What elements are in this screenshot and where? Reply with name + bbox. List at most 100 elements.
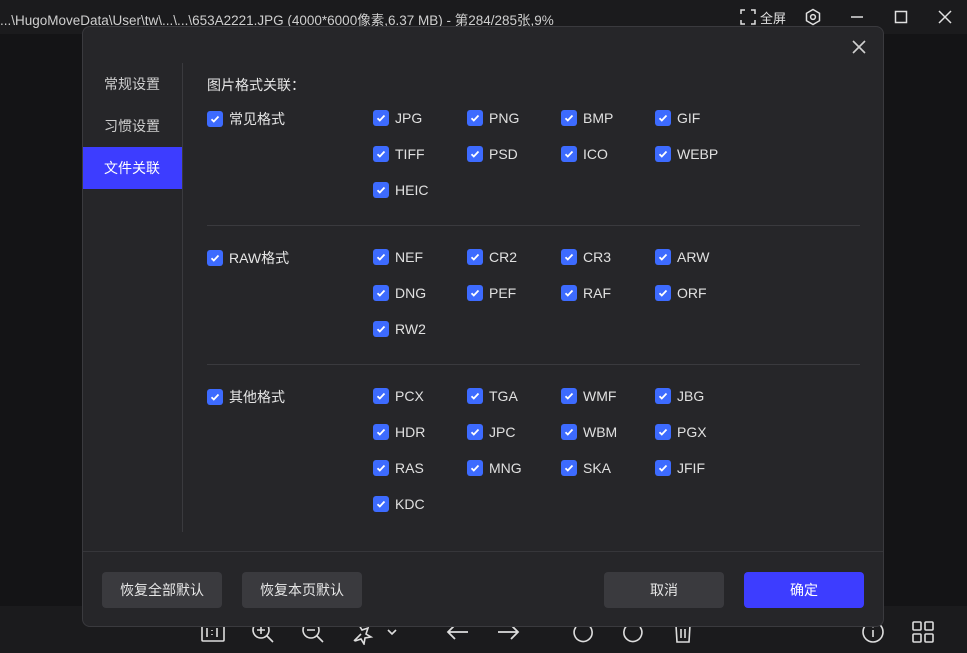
checkbox-checked-icon[interactable] bbox=[373, 496, 389, 512]
checkbox-checked-icon[interactable] bbox=[655, 285, 671, 301]
close-icon bbox=[938, 10, 952, 24]
minimize-icon bbox=[851, 16, 863, 18]
checkbox-checked-icon[interactable] bbox=[655, 460, 671, 476]
checkbox-checked-icon[interactable] bbox=[373, 321, 389, 337]
checkbox-checked-icon[interactable] bbox=[655, 146, 671, 162]
group-checkbox[interactable]: 常见格式 bbox=[207, 109, 285, 129]
format-label: PCX bbox=[395, 388, 424, 404]
checkbox-checked-icon[interactable] bbox=[561, 424, 577, 440]
maximize-button[interactable] bbox=[879, 0, 923, 34]
format-label: JPC bbox=[489, 424, 516, 440]
format-label: PGX bbox=[677, 424, 707, 440]
checkbox-checked-icon[interactable] bbox=[373, 249, 389, 265]
format-checkbox[interactable]: WEBP bbox=[655, 145, 718, 163]
maximize-icon bbox=[894, 10, 908, 24]
format-checkbox[interactable]: ICO bbox=[561, 145, 608, 163]
format-checkbox[interactable]: HDR bbox=[373, 423, 425, 441]
format-checkbox[interactable]: CR3 bbox=[561, 248, 611, 266]
ok-button[interactable]: 确定 bbox=[744, 572, 864, 608]
checkbox-checked-icon[interactable] bbox=[207, 389, 223, 405]
checkbox-checked-icon[interactable] bbox=[561, 460, 577, 476]
checkbox-checked-icon[interactable] bbox=[561, 146, 577, 162]
format-label: ORF bbox=[677, 285, 707, 301]
checkbox-checked-icon[interactable] bbox=[207, 250, 223, 266]
format-checkbox[interactable]: RAS bbox=[373, 459, 424, 477]
checkbox-checked-icon[interactable] bbox=[561, 285, 577, 301]
checkbox-checked-icon[interactable] bbox=[373, 110, 389, 126]
checkbox-checked-icon[interactable] bbox=[373, 146, 389, 162]
checkbox-checked-icon[interactable] bbox=[467, 249, 483, 265]
format-checkbox[interactable]: CR2 bbox=[467, 248, 517, 266]
format-checkbox[interactable]: DNG bbox=[373, 284, 426, 302]
format-checkbox[interactable]: JFIF bbox=[655, 459, 705, 477]
format-label: RAF bbox=[583, 285, 611, 301]
restore-page-defaults-button[interactable]: 恢复本页默认 bbox=[242, 572, 362, 608]
format-checkbox[interactable]: JPC bbox=[467, 423, 515, 441]
format-checkbox[interactable]: RW2 bbox=[373, 320, 426, 338]
format-label: JPG bbox=[395, 110, 423, 126]
format-label: JBG bbox=[677, 388, 705, 404]
checkbox-checked-icon[interactable] bbox=[655, 388, 671, 404]
settings-sidebar: 常规设置 习惯设置 文件关联 bbox=[83, 63, 183, 189]
format-label: TIFF bbox=[395, 146, 425, 162]
format-label: HEIC bbox=[395, 182, 429, 198]
format-checkbox[interactable]: JPG bbox=[373, 109, 422, 127]
format-label: WMF bbox=[583, 388, 617, 404]
hexagon-icon bbox=[805, 8, 821, 26]
format-checkbox[interactable]: GIF bbox=[655, 109, 700, 127]
format-checkbox[interactable]: TIFF bbox=[373, 145, 425, 163]
checkbox-checked-icon[interactable] bbox=[655, 110, 671, 126]
format-label: MNG bbox=[489, 460, 522, 476]
format-checkbox[interactable]: ARW bbox=[655, 248, 709, 266]
format-checkbox[interactable]: BMP bbox=[561, 109, 613, 127]
format-checkbox[interactable]: TGA bbox=[467, 387, 518, 405]
window-close-button[interactable] bbox=[923, 0, 967, 34]
fullscreen-label: 全屏 bbox=[759, 10, 786, 26]
checkbox-checked-icon[interactable] bbox=[561, 110, 577, 126]
group-checkbox[interactable]: RAW格式 bbox=[207, 248, 289, 268]
grid-view-icon[interactable] bbox=[910, 619, 936, 645]
format-checkbox[interactable]: MNG bbox=[467, 459, 522, 477]
checkbox-checked-icon[interactable] bbox=[373, 424, 389, 440]
cancel-button[interactable]: 取消 bbox=[604, 572, 724, 608]
dialog-close-icon[interactable] bbox=[849, 37, 869, 57]
restore-all-defaults-button[interactable]: 恢复全部默认 bbox=[102, 572, 222, 608]
checkbox-checked-icon[interactable] bbox=[373, 388, 389, 404]
checkbox-checked-icon[interactable] bbox=[561, 249, 577, 265]
checkbox-checked-icon[interactable] bbox=[373, 285, 389, 301]
format-checkbox[interactable]: PEF bbox=[467, 284, 516, 302]
format-checkbox[interactable]: WMF bbox=[561, 387, 616, 405]
format-label: WEBP bbox=[677, 146, 719, 162]
format-checkbox[interactable]: RAF bbox=[561, 284, 611, 302]
format-checkbox[interactable]: NEF bbox=[373, 248, 423, 266]
sidebar-item-file-association[interactable]: 文件关联 bbox=[83, 147, 183, 189]
checkbox-checked-icon[interactable] bbox=[655, 424, 671, 440]
checkbox-checked-icon[interactable] bbox=[561, 388, 577, 404]
format-checkbox[interactable]: PCX bbox=[373, 387, 424, 405]
sidebar-item-general[interactable]: 常规设置 bbox=[83, 63, 183, 105]
format-checkbox[interactable]: PNG bbox=[467, 109, 519, 127]
checkbox-checked-icon[interactable] bbox=[467, 424, 483, 440]
checkbox-checked-icon[interactable] bbox=[467, 388, 483, 404]
checkbox-checked-icon[interactable] bbox=[373, 182, 389, 198]
format-label: RAS bbox=[395, 460, 424, 476]
checkbox-checked-icon[interactable] bbox=[655, 249, 671, 265]
group-checkbox[interactable]: 其他格式 bbox=[207, 387, 285, 407]
format-checkbox[interactable]: KDC bbox=[373, 495, 425, 513]
checkbox-checked-icon[interactable] bbox=[467, 110, 483, 126]
format-checkbox[interactable]: ORF bbox=[655, 284, 707, 302]
checkbox-checked-icon[interactable] bbox=[467, 460, 483, 476]
checkbox-checked-icon[interactable] bbox=[373, 460, 389, 476]
format-checkbox[interactable]: JBG bbox=[655, 387, 704, 405]
format-checkbox[interactable]: PSD bbox=[467, 145, 518, 163]
checkbox-checked-icon[interactable] bbox=[467, 285, 483, 301]
checkbox-checked-icon[interactable] bbox=[467, 146, 483, 162]
format-checkbox[interactable]: HEIC bbox=[373, 181, 428, 199]
section-title: 图片格式关联： bbox=[207, 77, 305, 93]
format-checkbox[interactable]: PGX bbox=[655, 423, 707, 441]
group-separator bbox=[207, 364, 860, 365]
checkbox-checked-icon[interactable] bbox=[207, 111, 223, 127]
format-checkbox[interactable]: WBM bbox=[561, 423, 617, 441]
sidebar-item-habits[interactable]: 习惯设置 bbox=[83, 105, 183, 147]
format-checkbox[interactable]: SKA bbox=[561, 459, 611, 477]
